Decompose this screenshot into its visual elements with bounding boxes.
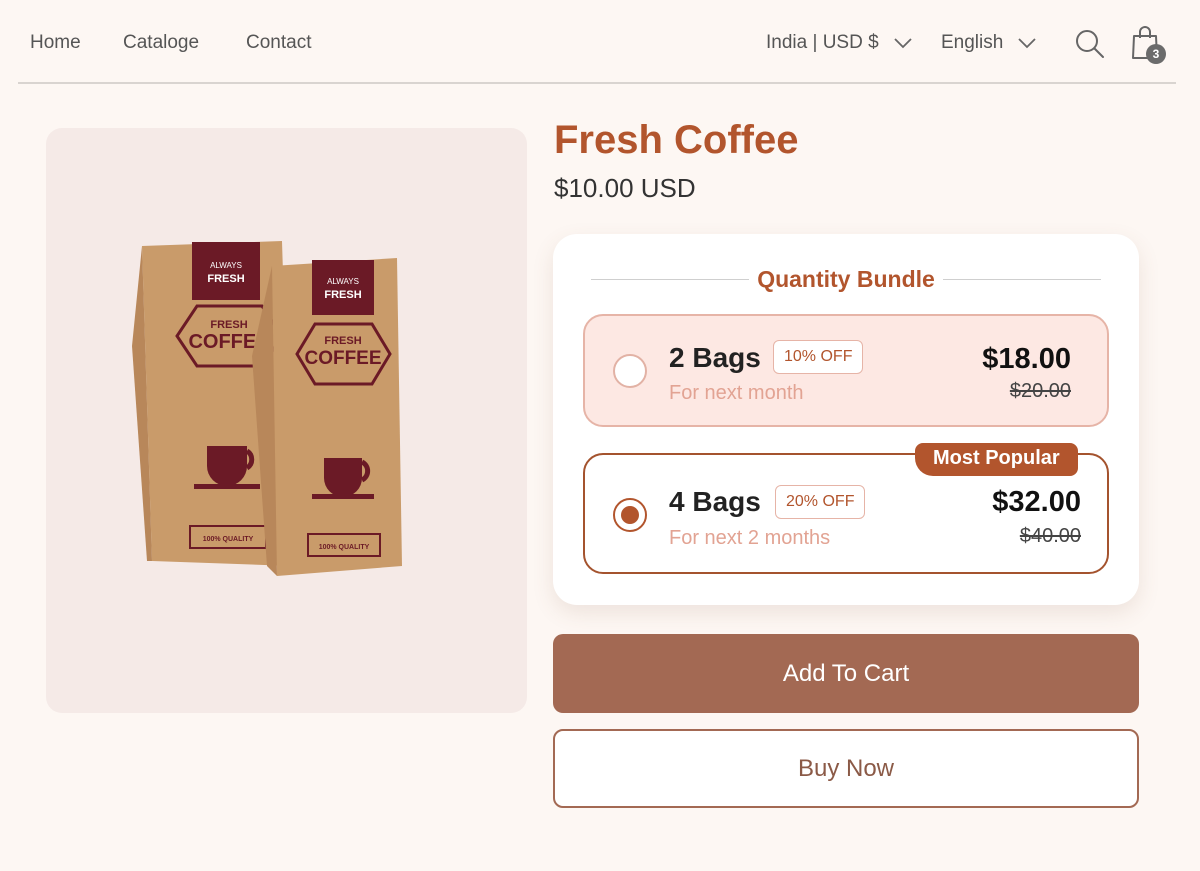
- svg-text:FRESH: FRESH: [324, 335, 361, 347]
- svg-text:ALWAYS: ALWAYS: [327, 277, 359, 286]
- bundle-heading-label: Quantity Bundle: [757, 266, 935, 292]
- bundle-option-2-bags[interactable]: 2 Bags 10% OFF For next month $18.00 $20…: [583, 314, 1109, 427]
- region-currency-label: India | USD $: [766, 32, 879, 53]
- radio-button-selected[interactable]: [613, 498, 647, 532]
- option-price: $18.00: [982, 343, 1071, 375]
- svg-text:COFFEE: COFFEE: [304, 348, 381, 369]
- nav-home-link[interactable]: Home: [30, 32, 81, 54]
- quantity-bundle-card: Quantity Bundle 2 Bags 10% OFF For next …: [553, 234, 1139, 605]
- divider: [591, 279, 750, 280]
- option-original-price: $20.00: [1009, 380, 1071, 402]
- option-subtitle: For next month: [669, 382, 804, 404]
- bundle-option-4-bags[interactable]: Most Popular 4 Bags 20% OFF For next 2 m…: [583, 443, 1109, 574]
- product-price: $10.00 USD: [554, 173, 696, 203]
- search-icon: [1076, 30, 1104, 58]
- svg-text:FRESH: FRESH: [207, 273, 244, 285]
- language-label: English: [941, 32, 1004, 53]
- radio-button[interactable]: [613, 354, 647, 388]
- nav-cataloge-link[interactable]: Cataloge: [123, 32, 199, 54]
- nav-contact-link[interactable]: Contact: [246, 32, 311, 54]
- option-name: 2 Bags: [669, 342, 761, 373]
- chevron-down-icon: [1018, 38, 1036, 49]
- coffee-bag-front: ALWAYS FRESH FRESH COFFEE 100% QUALITY: [252, 258, 402, 576]
- bundle-heading: Quantity Bundle: [591, 266, 1101, 293]
- discount-badge: 20% OFF: [775, 485, 866, 519]
- option-subtitle: For next 2 months: [669, 527, 831, 549]
- product-image-panel: ALWAYS FRESH FRESH COFFEE 100% QUALITY A…: [46, 128, 527, 713]
- divider: [942, 279, 1101, 280]
- option-price: $32.00: [992, 486, 1081, 518]
- option-name: 4 Bags: [669, 486, 761, 517]
- add-to-cart-button[interactable]: Add To Cart: [553, 634, 1139, 713]
- svg-text:FRESH: FRESH: [210, 319, 247, 331]
- site-header: Home Cataloge Contact India | USD $ Engl…: [18, 0, 1176, 84]
- chevron-down-icon: [894, 38, 912, 49]
- region-currency-selector[interactable]: India | USD $: [766, 32, 913, 54]
- cart-count-badge: 3: [1146, 44, 1166, 64]
- option-original-price: $40.00: [1019, 525, 1081, 547]
- svg-text:100% QUALITY: 100% QUALITY: [319, 544, 370, 551]
- language-selector[interactable]: English: [941, 32, 1037, 54]
- buy-now-button[interactable]: Buy Now: [553, 729, 1139, 808]
- cart-button[interactable]: 3: [1130, 24, 1170, 66]
- svg-text:FRESH: FRESH: [324, 289, 361, 301]
- discount-badge: 10% OFF: [773, 340, 864, 374]
- product-title: Fresh Coffee: [554, 118, 799, 162]
- radio-selected-dot: [621, 506, 639, 524]
- search-button[interactable]: [1074, 28, 1106, 60]
- svg-text:100% QUALITY: 100% QUALITY: [203, 536, 254, 543]
- most-popular-badge: Most Popular: [915, 443, 1078, 476]
- svg-text:ALWAYS: ALWAYS: [210, 261, 242, 270]
- coffee-bags-image: ALWAYS FRESH FRESH COFFEE 100% QUALITY A…: [132, 241, 402, 576]
